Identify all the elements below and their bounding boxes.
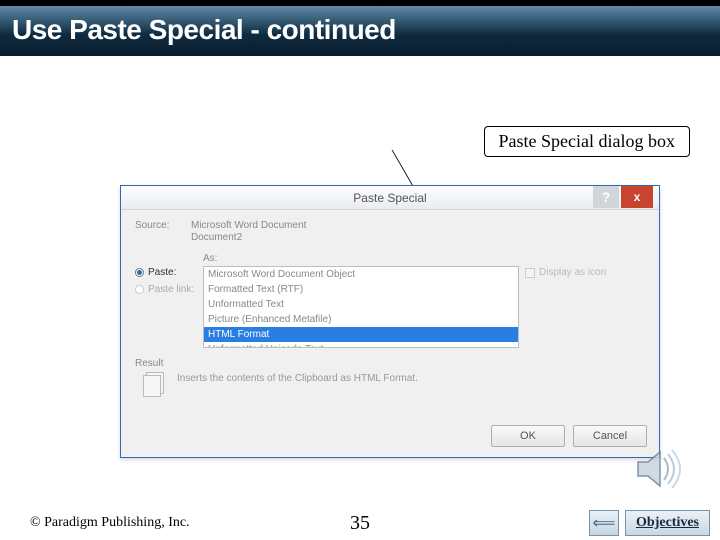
- radio-paste-link: Paste link:: [135, 284, 197, 295]
- display-as-icon-checkbox: Display as icon: [525, 267, 645, 278]
- checkbox-icon: [525, 268, 535, 278]
- cancel-button[interactable]: Cancel: [573, 425, 647, 447]
- slide-title-bar: Use Paste Special - continued: [0, 6, 720, 56]
- footer: © Paradigm Publishing, Inc. 35 ⟸ Objecti…: [0, 506, 720, 540]
- list-item[interactable]: Picture (Enhanced Metafile): [204, 312, 518, 327]
- format-listbox[interactable]: Microsoft Word Document Object Formatted…: [203, 266, 519, 348]
- result-label: Result: [135, 358, 645, 369]
- radio-unselected-icon: [135, 285, 144, 294]
- list-item-selected[interactable]: HTML Format: [204, 327, 518, 342]
- radio-selected-icon: [135, 268, 144, 277]
- result-text: Inserts the contents of the Clipboard as…: [177, 371, 418, 384]
- as-label: As:: [203, 253, 519, 264]
- paste-special-dialog: Paste Special ? x Source: Microsoft Word…: [120, 185, 660, 458]
- ok-button[interactable]: OK: [491, 425, 565, 447]
- copyright-text: © Paradigm Publishing, Inc.: [30, 515, 190, 531]
- display-as-icon-label: Display as icon: [539, 267, 606, 278]
- page-number: 35: [350, 512, 370, 535]
- list-item[interactable]: Unformatted Unicode Text: [204, 342, 518, 348]
- back-button[interactable]: ⟸: [589, 510, 619, 536]
- help-button[interactable]: ?: [593, 186, 619, 208]
- radio-paste-label: Paste:: [148, 267, 176, 278]
- callout-label: Paste Special dialog box: [484, 126, 690, 157]
- close-button[interactable]: x: [621, 186, 653, 208]
- source-line2: Document2: [191, 232, 645, 243]
- list-item[interactable]: Formatted Text (RTF): [204, 282, 518, 297]
- speaker-icon[interactable]: [630, 446, 686, 492]
- source-label: Source:: [135, 220, 185, 231]
- dialog-titlebar: Paste Special ? x: [121, 186, 659, 210]
- radio-paste-link-label: Paste link:: [148, 284, 194, 295]
- radio-paste[interactable]: Paste:: [135, 267, 197, 278]
- dialog-title: Paste Special: [353, 191, 426, 205]
- slide-title: Use Paste Special - continued: [12, 14, 396, 46]
- list-item[interactable]: Unformatted Text: [204, 297, 518, 312]
- list-item[interactable]: Microsoft Word Document Object: [204, 267, 518, 282]
- objectives-button[interactable]: Objectives: [625, 510, 710, 536]
- clipboard-icon: [139, 371, 167, 401]
- source-value: Microsoft Word Document: [191, 220, 306, 231]
